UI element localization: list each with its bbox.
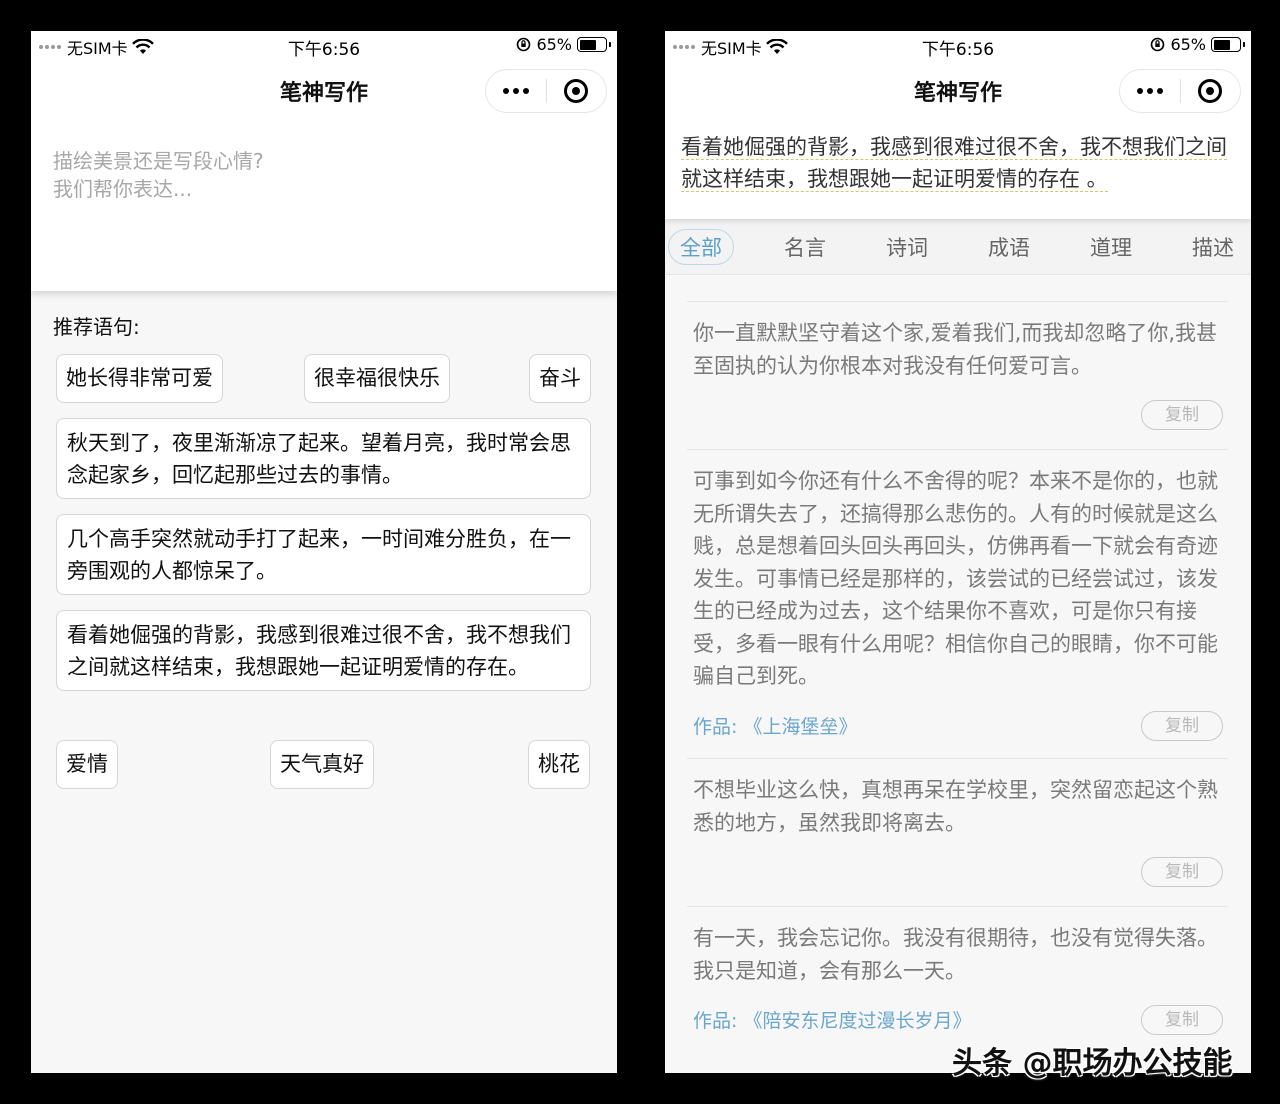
input-placeholder: 描绘美景还是写段心情? 我们帮你表达... [53, 149, 264, 201]
quote-item: 不想毕业这么快，真想再呆在学校里，突然留恋起这个熟悉的地方，虽然我即将离去。 复… [687, 758, 1228, 906]
status-bar: 无SIM卡 下午6:56 65% [665, 31, 1251, 60]
watermark: 头条 @职场办公技能 [952, 1046, 1233, 1081]
right-phone-screen: 无SIM卡 下午6:56 65% 笔神写作 看着她倔强的背影，我感到很难过很不舍… [665, 31, 1251, 1073]
suggestion-card[interactable]: 看着她倔强的背影，我感到很难过很不舍，我不想我们之间就这样结束，我想跟她一起证明… [56, 610, 591, 691]
category-tabs: 全部 名言 诗词 成语 道理 描述 [665, 219, 1251, 275]
more-icon[interactable] [1120, 88, 1180, 94]
suggestion-card[interactable]: 秋天到了，夜里渐渐凉了起来。望着月亮，我时常会思念起家乡，回忆起那些过去的事情。 [56, 418, 591, 499]
tab-all[interactable]: 全部 [668, 229, 734, 265]
quote-item: 可事到如今你还有什么不舍得的呢？本来不是你的，也就无所谓失去了，还搞得那么悲伤的… [687, 449, 1228, 758]
quote-item: 你一直默默坚守着这个家,爱着我们,而我却忽略了你,我甚至固执的认为你根本对我没有… [687, 301, 1228, 449]
quote-text: 你一直默默坚守着这个家,爱着我们,而我却忽略了你,我甚至固执的认为你根本对我没有… [693, 321, 1218, 378]
miniprogram-capsule [485, 69, 607, 113]
status-bar: 无SIM卡 下午6:56 65% [31, 31, 617, 60]
source-label: 作品: [693, 1010, 738, 1032]
suggestion-chip[interactable]: 很幸福很快乐 [304, 354, 450, 403]
battery-icon [1211, 37, 1245, 52]
tab-poems[interactable]: 诗词 [886, 232, 928, 262]
left-phone-screen: 无SIM卡 下午6:56 65% 笔神写作 描绘美景还是写段心情? 我们帮你表达… [31, 31, 617, 1073]
navbar: 笔神写作 [31, 59, 617, 123]
orientation-lock-icon [517, 37, 531, 52]
source-title: 《陪安东尼度过漫长岁月》 [743, 1010, 972, 1032]
tab-reasoning[interactable]: 道理 [1090, 232, 1132, 262]
suggestion-card[interactable]: 几个高手突然就动手打了起来，一时间难分胜负，在一旁围观的人都惊呆了。 [56, 514, 591, 595]
copy-button[interactable]: 复制 [1141, 1005, 1223, 1035]
suggestion-chip[interactable]: 奋斗 [529, 354, 591, 403]
writing-input[interactable]: 描绘美景还是写段心情? 我们帮你表达... [31, 123, 617, 291]
suggestion-chip[interactable]: 爱情 [56, 740, 118, 789]
suggestion-chip[interactable]: 天气真好 [270, 740, 374, 789]
battery-icon [577, 37, 611, 52]
copy-button[interactable]: 复制 [1141, 711, 1223, 741]
tab-quotes[interactable]: 名言 [784, 232, 826, 262]
more-icon[interactable] [486, 88, 546, 94]
close-miniprogram-icon[interactable] [546, 79, 606, 103]
orientation-lock-icon [1151, 37, 1165, 52]
navbar: 笔神写作 [665, 59, 1251, 123]
battery-percent: 65% [536, 35, 572, 54]
copy-button[interactable]: 复制 [1141, 857, 1223, 887]
quote-text: 不想毕业这么快，真想再呆在学校里，突然留恋起这个熟悉的地方，虽然我即将离去。 [693, 778, 1218, 835]
suggestion-chip[interactable]: 她长得非常可爱 [56, 354, 223, 403]
copy-button[interactable]: 复制 [1141, 400, 1223, 430]
quote-source[interactable]: 作品: 《陪安东尼度过漫长岁月》 [693, 1006, 971, 1033]
selected-sentence[interactable]: 看着她倔强的背影，我感到很难过很不舍，我不想我们之间就这样结束，我想跟她一起证明… [665, 123, 1251, 219]
source-label: 作品: [693, 716, 738, 738]
battery-percent: 65% [1170, 35, 1206, 54]
miniprogram-capsule [1119, 69, 1241, 113]
close-miniprogram-icon[interactable] [1180, 79, 1240, 103]
tab-idioms[interactable]: 成语 [988, 232, 1030, 262]
selected-sentence-text: 看着她倔强的背影，我感到很难过很不舍，我不想我们之间就这样结束，我想跟她一起证明… [681, 135, 1227, 192]
quote-text: 可事到如今你还有什么不舍得的呢？本来不是你的，也就无所谓失去了，还搞得那么悲伤的… [693, 469, 1218, 688]
quote-text: 有一天，我会忘记你。我没有很期待，也没有觉得失落。我只是知道，会有那么一天。 [693, 926, 1218, 983]
tab-description[interactable]: 描述 [1192, 232, 1234, 262]
suggestion-chip[interactable]: 桃花 [528, 740, 590, 789]
source-title: 《上海堡垒》 [743, 716, 858, 738]
quote-source[interactable]: 作品: 《上海堡垒》 [693, 712, 857, 739]
recommend-title: 推荐语句: [53, 315, 140, 339]
